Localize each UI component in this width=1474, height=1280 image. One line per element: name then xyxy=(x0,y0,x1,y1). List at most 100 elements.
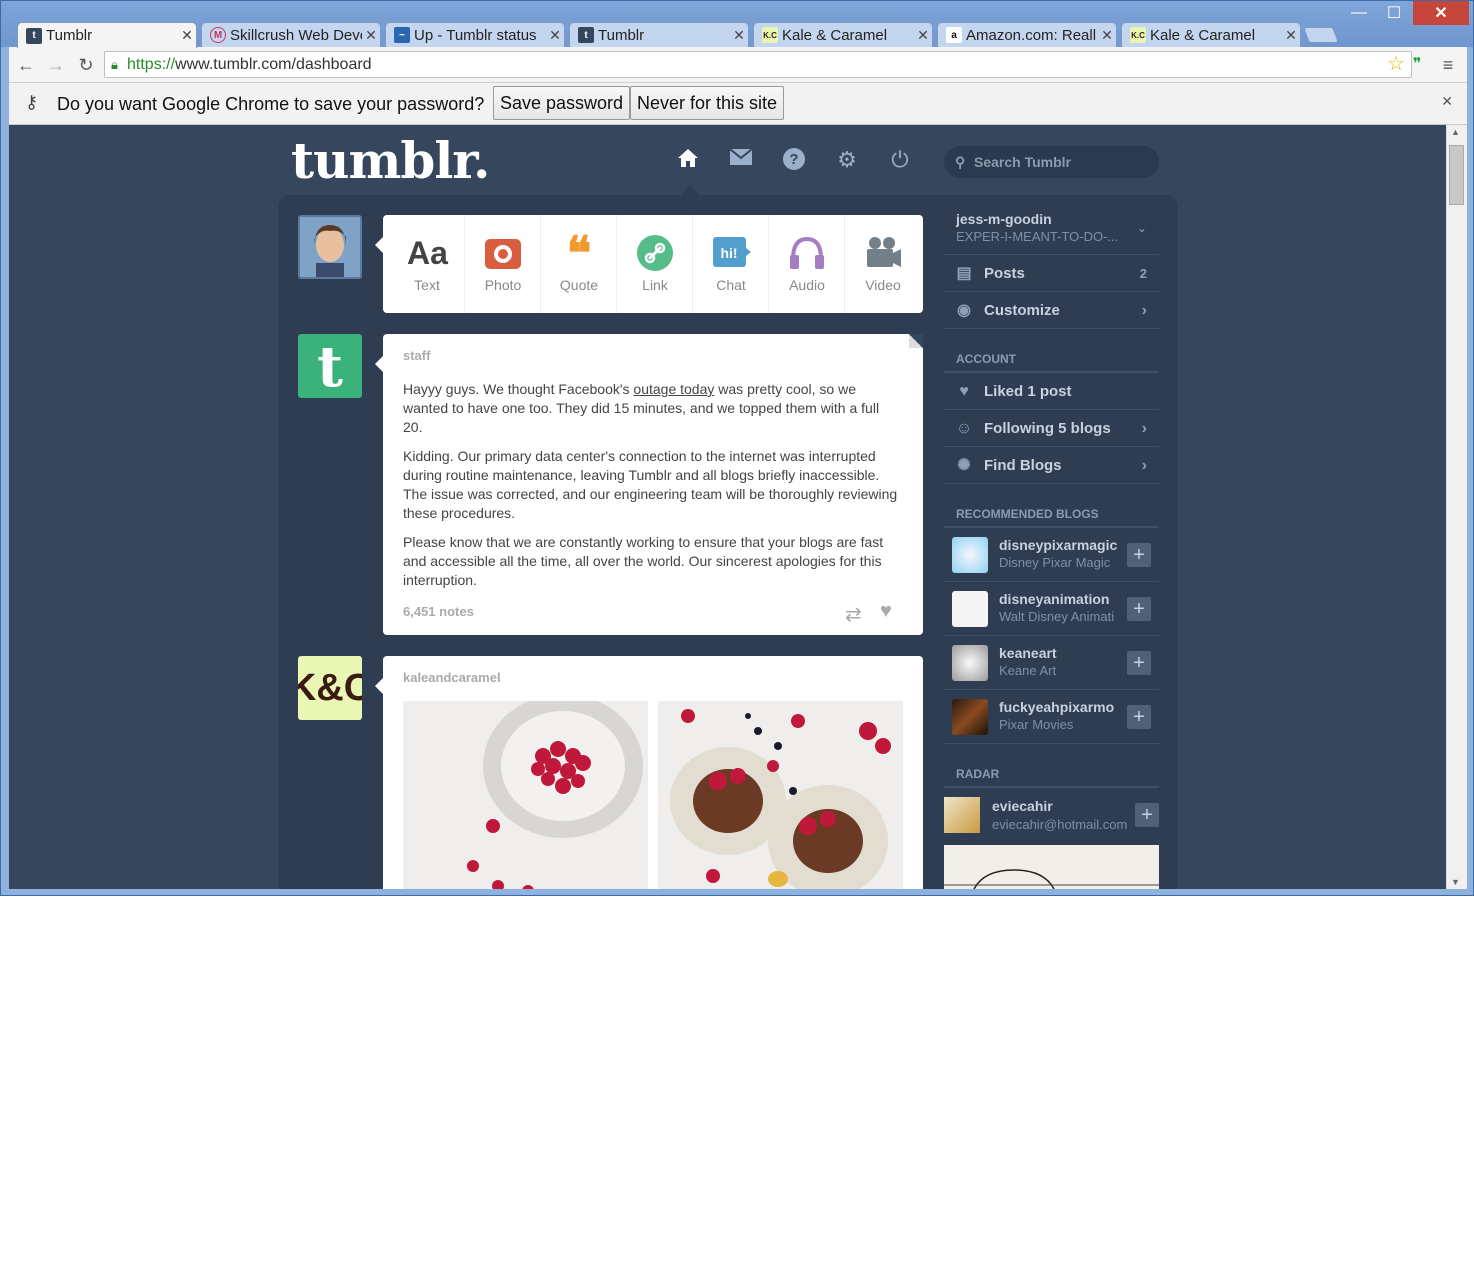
minimize-icon[interactable]: — xyxy=(1346,1,1372,25)
kale-caramel-favicon-icon: K.C xyxy=(762,27,778,43)
post-quote-button[interactable]: ❝ Quote xyxy=(541,215,617,313)
post-author[interactable]: staff xyxy=(403,348,430,363)
save-password-button[interactable]: Save password xyxy=(493,86,631,120)
notes-count[interactable]: 6,451 notes xyxy=(403,604,474,619)
document-icon: ▤ xyxy=(956,265,972,282)
post-chat-button[interactable]: hi! Chat xyxy=(693,215,769,313)
blog-thumbnail xyxy=(952,645,988,681)
recommended-blog-item[interactable]: fuckyeahpixarmo Pixar Movies + xyxy=(944,690,1159,744)
radar-thumbnail xyxy=(944,797,980,833)
staff-avatar[interactable]: t xyxy=(298,334,362,398)
post-link-button[interactable]: Link xyxy=(617,215,693,313)
save-password-infobar: ⚷ Do you want Google Chrome to save your… xyxy=(9,83,1467,125)
back-arrow-icon[interactable]: ← xyxy=(15,54,37,76)
sidebar-item-customize[interactable]: ◉ Customize › xyxy=(944,292,1159,329)
recommended-blog-item[interactable]: disneyanimation Walt Disney Animati + xyxy=(944,582,1159,636)
new-tab-button[interactable] xyxy=(1303,27,1339,43)
follow-plus-button[interactable]: + xyxy=(1127,705,1151,729)
photo-colander-raspberries[interactable] xyxy=(403,701,648,889)
tab-tumblr-status[interactable]: ~ Up - Tumblr status ✕ xyxy=(385,22,565,47)
blog-name: disneypixarmagic xyxy=(999,537,1118,553)
tumblr-dashboard: tumblr. ? ⚙ ⏻ ⚲ Search Tumblr Aa Text Ph… xyxy=(9,125,1446,889)
follow-plus-button[interactable]: + xyxy=(1127,597,1151,621)
recommended-blogs-header: RECOMMENDED BLOGS xyxy=(944,500,1159,528)
sidebar-item-label: Posts xyxy=(984,265,1025,282)
blog-name: jess-m-goodin xyxy=(956,211,1052,227)
sidebar-item-posts[interactable]: ▤ Posts 2 xyxy=(944,255,1159,292)
hangouts-icon[interactable]: ❞ xyxy=(1406,54,1428,76)
sidebar-item-following[interactable]: ☺ Following 5 blogs › xyxy=(944,410,1159,447)
camera-icon xyxy=(483,233,523,273)
home-icon[interactable] xyxy=(675,147,701,173)
follow-plus-button[interactable]: + xyxy=(1127,543,1151,567)
post-audio-button[interactable]: Audio xyxy=(769,215,845,313)
tab-tumblr-2[interactable]: t Tumblr ✕ xyxy=(569,22,749,47)
outage-link[interactable]: outage today xyxy=(633,381,714,397)
blog-title: Disney Pixar Magic xyxy=(999,555,1111,570)
post-photo-button[interactable]: Photo xyxy=(465,215,541,313)
svg-text:t: t xyxy=(317,334,343,398)
tab-kale-caramel-2[interactable]: K.C Kale & Caramel ✕ xyxy=(1121,22,1301,47)
post-text-button[interactable]: Aa Text xyxy=(389,215,465,313)
never-for-site-button[interactable]: Never for this site xyxy=(630,86,785,120)
chevron-down-icon[interactable]: ⌄ xyxy=(1137,221,1147,235)
tab-skillcrush[interactable]: M Skillcrush Web Deve ✕ xyxy=(201,22,381,47)
chevron-right-icon: › xyxy=(1141,420,1147,437)
help-icon[interactable]: ? xyxy=(781,147,807,173)
tab-close-icon[interactable]: ✕ xyxy=(914,27,932,44)
tab-amazon[interactable]: a Amazon.com: Reall ✕ xyxy=(937,22,1117,47)
skillcrush-favicon-icon: M xyxy=(210,27,226,43)
radar-post-image[interactable] xyxy=(944,845,1159,889)
close-window-icon[interactable]: ✕ xyxy=(1413,1,1469,25)
sidebar-item-label: Following 5 blogs xyxy=(984,420,1111,437)
user-avatar[interactable] xyxy=(298,215,362,279)
account-header: ACCOUNT xyxy=(944,345,1159,373)
photo-chocolate-pudding[interactable] xyxy=(658,701,903,889)
search-input[interactable]: ⚲ Search Tumblr xyxy=(944,146,1159,178)
logout-power-icon[interactable]: ⏻ xyxy=(887,147,913,173)
page-scrollbar[interactable]: ▲ ▼ xyxy=(1446,125,1467,889)
text-aa-icon: Aa xyxy=(407,235,448,271)
post-type-label: Audio xyxy=(789,277,825,293)
recommended-blog-item[interactable]: keaneart Keane Art + xyxy=(944,636,1159,690)
tab-tumblr-active[interactable]: t Tumblr ✕ xyxy=(17,22,197,48)
post-paragraph: Please know that we are constantly worki… xyxy=(403,534,884,588)
reload-icon[interactable]: ↻ xyxy=(75,54,97,76)
follow-plus-button[interactable]: + xyxy=(1127,651,1151,675)
post-video-button[interactable]: Video xyxy=(845,215,921,313)
kale-post-card: kaleandcaramel xyxy=(375,656,923,889)
post-type-label: Quote xyxy=(559,277,599,293)
tab-kale-caramel[interactable]: K.C Kale & Caramel ✕ xyxy=(753,22,933,47)
address-bar[interactable]: 🔒︎ https://www.tumblr.com/dashboard ☆ xyxy=(104,51,1412,78)
tab-close-icon[interactable]: ✕ xyxy=(1282,27,1300,44)
tumblr-logo[interactable]: tumblr. xyxy=(291,131,490,190)
maximize-icon[interactable]: ☐ xyxy=(1381,1,1407,25)
follow-plus-button[interactable]: + xyxy=(1135,803,1159,827)
menu-hamburger-icon[interactable]: ≡ xyxy=(1437,54,1459,76)
reblog-icon[interactable]: ⇄ xyxy=(845,602,862,627)
tumblr-favicon-icon: t xyxy=(578,27,594,43)
sidebar-item-liked[interactable]: ♥ Liked 1 post xyxy=(944,373,1159,410)
blog-switcher[interactable]: jess-m-goodin EXPER-I-MEANT-TO-DO-... ⌄ xyxy=(944,209,1159,255)
recommended-blog-item[interactable]: disneypixarmagic Disney Pixar Magic + xyxy=(944,528,1159,582)
messages-icon[interactable] xyxy=(728,147,754,173)
kaleandcaramel-avatar[interactable]: K&C xyxy=(298,656,362,720)
sidebar-item-find-blogs[interactable]: ✺ Find Blogs › xyxy=(944,447,1159,484)
heart-like-icon[interactable]: ♥ xyxy=(880,600,892,623)
forward-arrow-icon[interactable]: → xyxy=(45,54,67,76)
close-infobar-icon[interactable]: ✕ xyxy=(1441,93,1453,110)
tab-close-icon[interactable]: ✕ xyxy=(546,27,564,44)
scroll-down-icon[interactable]: ▼ xyxy=(1451,877,1460,887)
tab-close-icon[interactable]: ✕ xyxy=(178,27,196,44)
chevron-right-icon: › xyxy=(1141,457,1147,474)
bookmark-star-icon[interactable]: ☆ xyxy=(1387,52,1405,77)
scrollbar-thumb[interactable] xyxy=(1449,145,1464,205)
radar-blog-item[interactable]: eviecahir eviecahir@hotmail.com + xyxy=(944,795,1159,839)
scroll-up-icon[interactable]: ▲ xyxy=(1451,127,1460,137)
tab-close-icon[interactable]: ✕ xyxy=(362,27,380,44)
tab-close-icon[interactable]: ✕ xyxy=(730,27,748,44)
post-type-selector: Aa Text Photo ❝ Quote Link hi! Chat Audi… xyxy=(375,215,923,313)
tab-close-icon[interactable]: ✕ xyxy=(1098,27,1116,44)
settings-gear-icon[interactable]: ⚙ xyxy=(834,147,860,173)
post-author[interactable]: kaleandcaramel xyxy=(403,670,501,685)
